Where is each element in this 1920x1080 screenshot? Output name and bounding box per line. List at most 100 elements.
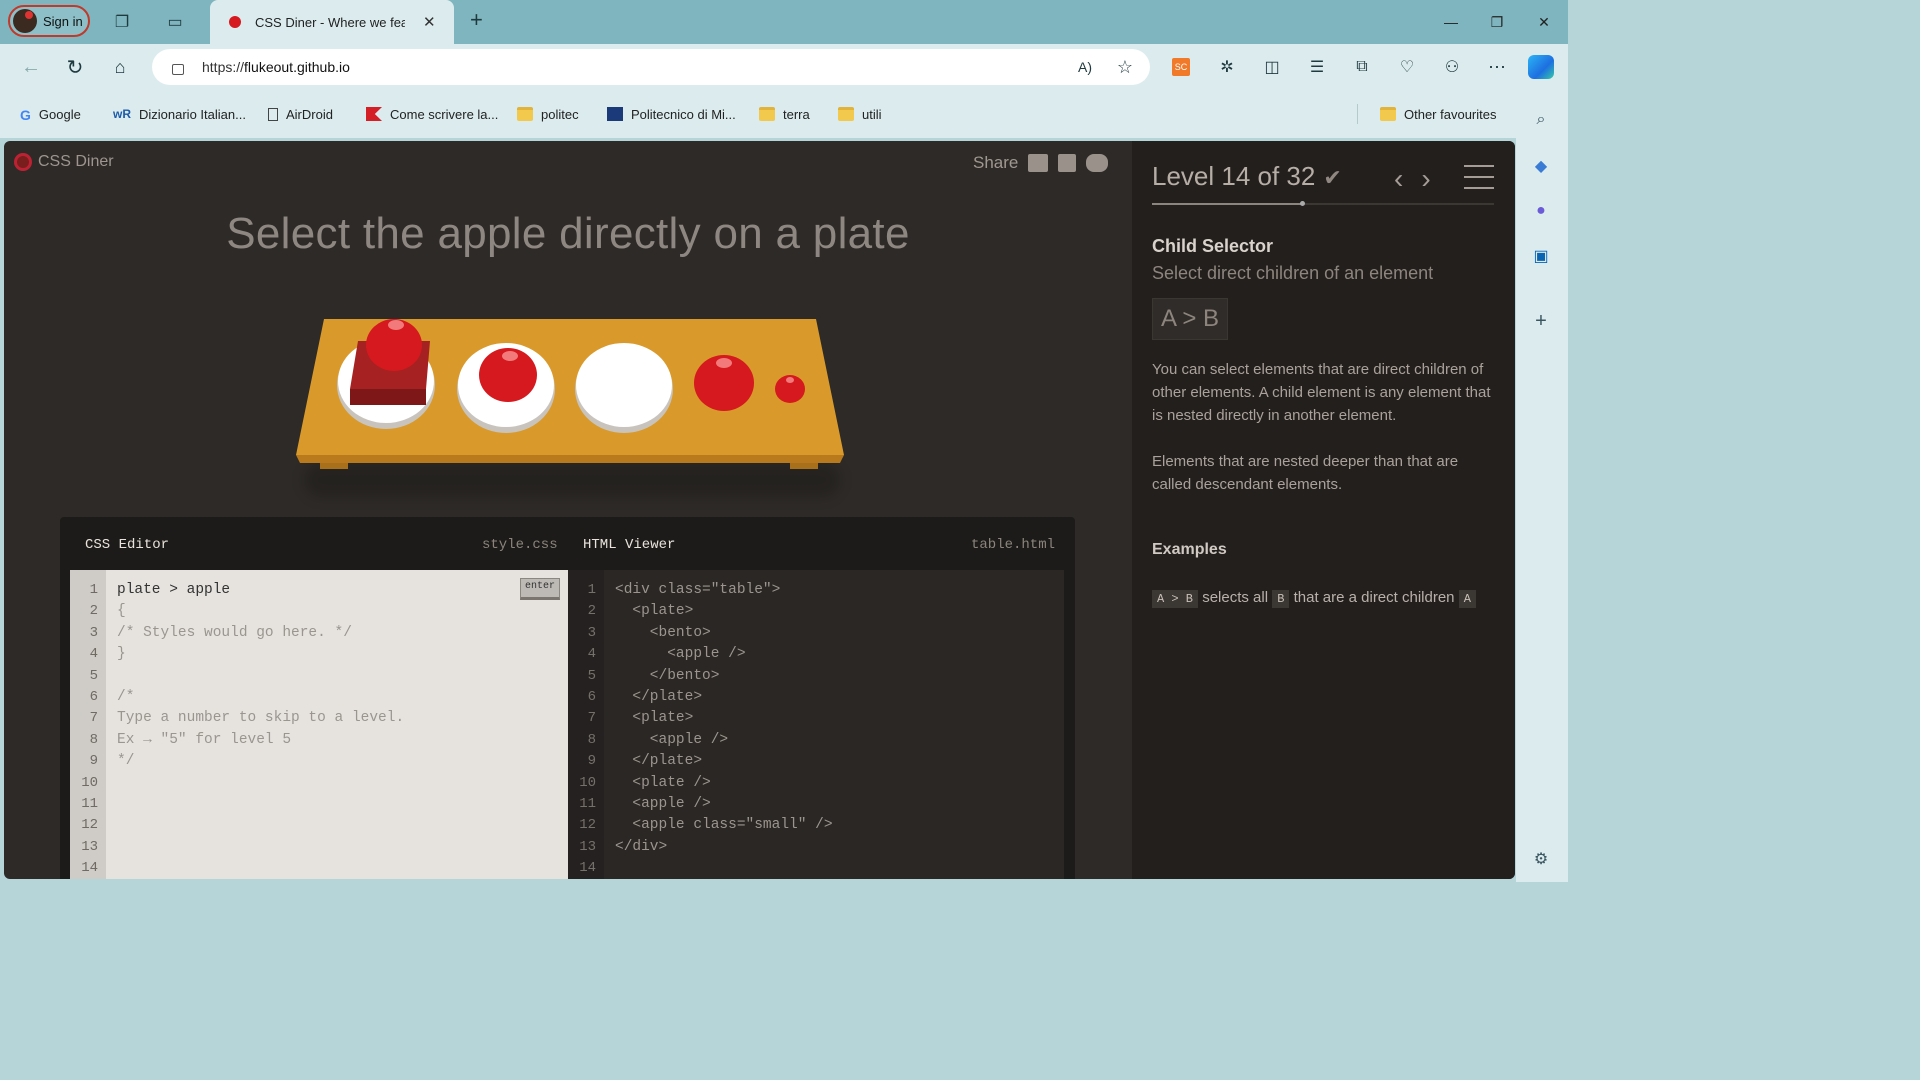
html-code-line: </plate>: [615, 689, 703, 705]
code-editor: CSS Editor style.css HTML Viewer table.h…: [60, 517, 1075, 879]
css-code-line: Type a number to skip to a level.: [117, 710, 405, 727]
html-code-line: </div>: [615, 838, 668, 855]
html-viewer-title: HTML Viewer: [583, 537, 676, 553]
html-code-line: <bento>: [615, 624, 711, 641]
sidebar-add-icon[interactable]: +: [1530, 310, 1552, 332]
selector-description: Select direct children of an element: [1152, 263, 1434, 283]
tab-actions-icon[interactable]: ▭: [160, 7, 190, 37]
css-editor-title: CSS Editor: [85, 537, 170, 553]
level-text: Level 14 of 32: [1152, 161, 1316, 191]
css-diner-page: CSS Diner Share Select the apple directl…: [4, 141, 1515, 879]
level-instruction: Select the apple directly on a plate: [226, 209, 910, 258]
css-diner-logo-icon: [14, 153, 32, 171]
workspaces-icon[interactable]: ❐: [107, 7, 137, 37]
css-line-number: 5: [89, 667, 98, 684]
css-line-number: 4: [89, 646, 98, 663]
extensions-icon[interactable]: ✲: [1212, 52, 1242, 82]
other-favourites[interactable]: Other favourites: [1380, 104, 1497, 124]
sign-in-button[interactable]: Sign in: [8, 5, 90, 37]
example-tag: A: [1458, 590, 1476, 608]
collections-icon[interactable]: ⧉: [1347, 52, 1377, 82]
css-line-number: 1: [89, 582, 98, 598]
minimize-icon[interactable]: —: [1436, 8, 1466, 36]
browser-essentials-icon[interactable]: ♡: [1392, 52, 1422, 82]
favorite-star-icon[interactable]: ☆: [1110, 52, 1140, 82]
refresh-icon[interactable]: ↻: [60, 52, 90, 82]
back-icon[interactable]: ←: [16, 52, 46, 82]
enter-button[interactable]: enter: [520, 578, 560, 600]
new-tab-icon[interactable]: +: [470, 7, 483, 33]
html-line-number: 1: [587, 582, 596, 598]
help-paragraph-1: You can select elements that are direct …: [1152, 361, 1491, 424]
css-selector-input[interactable]: plate > apple: [117, 582, 230, 598]
folder-icon: [759, 107, 775, 121]
table-edge: [296, 455, 844, 463]
page-icon: [268, 107, 278, 121]
css-code-line: */: [117, 753, 135, 770]
html-line-number: 5: [587, 667, 596, 684]
split-screen-icon[interactable]: ◫: [1257, 52, 1287, 82]
brand[interactable]: CSS Diner: [14, 153, 114, 171]
favorites-icon[interactable]: ☰: [1302, 52, 1332, 82]
css-editor-pane[interactable]: plate > apple enter 1 2{3/* Styles would …: [70, 570, 568, 879]
level-progress-fill: [1152, 203, 1302, 205]
bookmark-come-scrivere[interactable]: Come scrivere la...: [366, 104, 498, 124]
sidebar-settings-icon[interactable]: ⚙: [1530, 848, 1552, 870]
sidebar-outlook-icon[interactable]: ▣: [1530, 245, 1552, 267]
red-flag-icon: [366, 107, 382, 121]
checkmark-icon: ✔: [1323, 165, 1342, 190]
bookmark-utili[interactable]: utili: [838, 104, 882, 124]
extension-sc-icon[interactable]: SC: [1172, 58, 1190, 76]
level-menu-icon[interactable]: [1464, 165, 1494, 189]
dinner-table: [290, 311, 850, 496]
active-tab[interactable]: CSS Diner - Where we feast ✕: [210, 0, 454, 44]
bookmark-label: utili: [862, 106, 882, 122]
google-icon: G: [20, 107, 31, 123]
bookmark-google[interactable]: G Google: [20, 104, 81, 124]
html-line-number: 7: [587, 710, 596, 727]
more-menu-icon[interactable]: ⋯: [1482, 52, 1512, 82]
bookmark-label: Google: [38, 106, 81, 122]
sidebar-copilot-icon[interactable]: ●: [1530, 200, 1552, 222]
profile-sync-icon[interactable]: ⚇: [1437, 52, 1467, 82]
bookmark-politec[interactable]: politec: [517, 104, 579, 124]
home-icon[interactable]: ⌂: [105, 52, 135, 82]
next-level-icon[interactable]: ›: [1421, 163, 1430, 195]
bookmarks-divider: [1357, 104, 1358, 124]
copilot-icon[interactable]: [1528, 55, 1554, 79]
bookmark-politecnico[interactable]: Politecnico di Mi...: [607, 104, 736, 124]
other-favourites-label: Other favourites: [1404, 106, 1497, 122]
twitter-icon[interactable]: [1086, 154, 1109, 172]
sign-in-label: Sign in: [43, 13, 83, 29]
close-tab-icon[interactable]: ✕: [423, 13, 436, 31]
apple-shine: [716, 358, 732, 368]
css-line-number: 12: [81, 817, 98, 834]
css-line-number: 3: [89, 624, 98, 641]
brand-name: CSS Diner: [38, 153, 114, 170]
selector-syntax: A > B: [1152, 298, 1229, 340]
read-aloud-icon[interactable]: A): [1070, 52, 1100, 82]
html-code-line: <apple />: [615, 731, 729, 748]
email-icon[interactable]: [1028, 154, 1049, 172]
html-line-number: 4: [587, 646, 596, 663]
bookmark-dizionario[interactable]: wR Dizionario Italian...: [113, 104, 246, 124]
close-window-icon[interactable]: ✕: [1529, 8, 1559, 36]
address-bar[interactable]: https://flukeout.github.io: [152, 49, 1150, 85]
bookmark-terra[interactable]: terra: [759, 104, 810, 124]
bookmark-label: AirDroid: [286, 106, 333, 122]
facebook-icon[interactable]: [1058, 154, 1077, 172]
bookmark-airdroid[interactable]: AirDroid: [268, 104, 333, 124]
folder-icon: [838, 107, 854, 121]
restore-icon[interactable]: ❐: [1482, 8, 1512, 36]
share-label: Share: [973, 153, 1019, 172]
level-progress-marker: [1300, 201, 1305, 206]
sidebar-shopping-icon[interactable]: ◆: [1530, 155, 1552, 177]
example-line: A > B selects all B that are a direct ch…: [1152, 584, 1497, 613]
css-line-number: 9: [89, 753, 98, 770]
previous-level-icon[interactable]: ‹: [1394, 163, 1403, 195]
plate-3: [576, 343, 672, 427]
sidebar-search-icon[interactable]: ⌕: [1530, 109, 1552, 131]
html-code-line: <apple />: [615, 646, 746, 663]
example-text: that are a direct children: [1293, 589, 1455, 606]
level-indicator: Level 14 of 32 ✔: [1152, 161, 1342, 192]
